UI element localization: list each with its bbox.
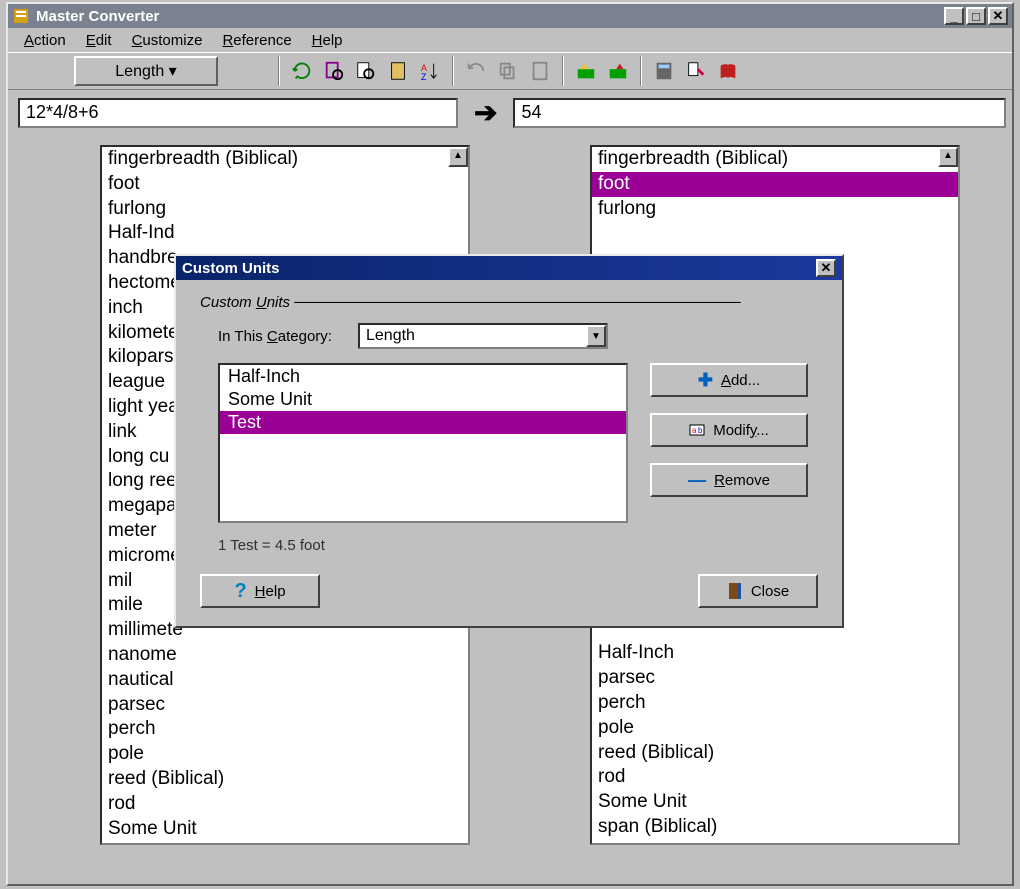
- tool-customunits-left-icon[interactable]: [572, 57, 600, 85]
- svg-text:a: a: [692, 426, 697, 435]
- dialog-titlebar: Custom Units ✕: [176, 256, 842, 280]
- tool-copy-icon[interactable]: [494, 57, 522, 85]
- custom-units-listbox[interactable]: Half-InchSome UnitTest: [218, 363, 628, 523]
- modify-icon: ab: [689, 422, 705, 438]
- list-item[interactable]: nanome: [102, 643, 468, 668]
- remove-button[interactable]: — Remove: [650, 463, 808, 497]
- tool-paste-search-icon[interactable]: [320, 57, 348, 85]
- list-item[interactable]: pole: [102, 742, 468, 767]
- menu-reference[interactable]: Reference: [212, 30, 301, 51]
- tool-sort-icon[interactable]: AZ: [416, 57, 444, 85]
- list-item[interactable]: parsec: [592, 666, 958, 691]
- tool-clipboard-icon[interactable]: [384, 57, 412, 85]
- chevron-down-icon[interactable]: ▼: [586, 325, 606, 347]
- separator: [452, 56, 454, 86]
- list-item[interactable]: foot: [592, 172, 958, 197]
- output-result[interactable]: [513, 98, 1006, 128]
- separator: [640, 56, 642, 86]
- dialog-footer: ? Help Close: [200, 574, 818, 608]
- list-item[interactable]: furlong: [102, 197, 468, 222]
- list-item[interactable]: Half-Inch: [592, 641, 958, 666]
- list-item[interactable]: foot: [102, 172, 468, 197]
- add-button[interactable]: ✚ Add...: [650, 363, 808, 397]
- category-dropdown[interactable]: Length ▾: [74, 56, 218, 86]
- list-item[interactable]: parsec: [102, 693, 468, 718]
- svg-text:b: b: [698, 426, 703, 435]
- list-item[interactable]: Some Unit: [102, 817, 468, 842]
- dialog-main: Half-InchSome UnitTest ✚ Add... ab Modif…: [218, 363, 818, 523]
- arrow-icon: ➔: [468, 96, 503, 129]
- list-item[interactable]: pole: [592, 716, 958, 741]
- menu-customize[interactable]: Customize: [122, 30, 213, 51]
- tool-paste-icon[interactable]: [526, 57, 554, 85]
- plus-icon: ✚: [698, 370, 713, 391]
- close-window-button[interactable]: ✕: [988, 7, 1008, 25]
- list-item[interactable]: Some Unit: [592, 790, 958, 815]
- separator: [278, 56, 280, 86]
- tool-undo-icon[interactable]: [462, 57, 490, 85]
- tool-customunits-right-icon[interactable]: [604, 57, 632, 85]
- help-button[interactable]: ? Help: [200, 574, 320, 608]
- button-column: ✚ Add... ab Modify... — Remove: [650, 363, 808, 523]
- category-row: In This Category: Length ▼: [218, 323, 818, 349]
- minus-icon: —: [688, 470, 706, 491]
- list-item[interactable]: rod: [102, 792, 468, 817]
- menu-action[interactable]: Action: [14, 30, 76, 51]
- list-item[interactable]: perch: [102, 717, 468, 742]
- scroll-up-icon[interactable]: [938, 147, 958, 167]
- menu-help[interactable]: Help: [302, 30, 353, 51]
- list-item[interactable]: nautical: [102, 668, 468, 693]
- custom-units-dialog: Custom Units ✕ Custom Units ────────────…: [174, 254, 844, 628]
- list-item[interactable]: furlong: [592, 197, 958, 222]
- list-item[interactable]: span (Biblical): [592, 815, 958, 840]
- list-item[interactable]: Test: [592, 840, 958, 845]
- group-label: Custom Units ───────────────────────────…: [200, 294, 818, 311]
- window-title: Master Converter: [36, 8, 159, 25]
- app-icon: [12, 7, 30, 25]
- category-combo[interactable]: Length ▼: [358, 323, 608, 349]
- svg-text:Z: Z: [421, 72, 427, 82]
- modify-button[interactable]: ab Modify...: [650, 413, 808, 447]
- input-expression[interactable]: [18, 98, 458, 128]
- dialog-close-x-button[interactable]: ✕: [816, 259, 836, 277]
- conversion-info: 1 Test = 4.5 foot: [218, 537, 818, 554]
- list-item[interactable]: fingerbreadth (Biblical): [102, 147, 468, 172]
- list-item[interactable]: reed (Biblical): [102, 767, 468, 792]
- tool-calculator-icon[interactable]: [650, 57, 678, 85]
- list-item[interactable]: rod: [592, 765, 958, 790]
- titlebar: Master Converter _ □ ✕: [8, 4, 1012, 28]
- menu-edit[interactable]: Edit: [76, 30, 122, 51]
- tool-options-icon[interactable]: [682, 57, 710, 85]
- dialog-wrapper: Custom Units ✕ Custom Units ────────────…: [174, 254, 844, 628]
- list-item[interactable]: reed (Biblical): [592, 741, 958, 766]
- list-item[interactable]: Half-Inch: [220, 365, 626, 388]
- io-row: ➔: [14, 96, 1006, 129]
- list-item[interactable]: Test: [220, 411, 626, 434]
- question-icon: ?: [234, 580, 246, 603]
- tool-refresh-icon[interactable]: [288, 57, 316, 85]
- toolbar: Length ▾ AZ: [8, 52, 1012, 90]
- dialog-title: Custom Units: [182, 260, 280, 277]
- list-item[interactable]: perch: [592, 691, 958, 716]
- tool-book-icon[interactable]: [714, 57, 742, 85]
- list-item[interactable]: fingerbreadth (Biblical): [592, 147, 958, 172]
- list-item[interactable]: Some Unit: [220, 388, 626, 411]
- list-item[interactable]: span (Biblical): [102, 841, 468, 845]
- separator: [562, 56, 564, 86]
- tool-find-icon[interactable]: [352, 57, 380, 85]
- maximize-button[interactable]: □: [966, 7, 986, 25]
- category-label: In This Category:: [218, 328, 358, 345]
- list-item[interactable]: Half-Ind: [102, 221, 468, 246]
- menubar: Action Edit Customize Reference Help: [8, 28, 1012, 52]
- dialog-body: Custom Units ───────────────────────────…: [176, 280, 842, 626]
- scroll-up-icon[interactable]: [448, 147, 468, 167]
- close-button[interactable]: Close: [698, 574, 818, 608]
- minimize-button[interactable]: _: [944, 7, 964, 25]
- door-icon: [727, 582, 743, 600]
- category-combo-value: Length: [366, 327, 415, 345]
